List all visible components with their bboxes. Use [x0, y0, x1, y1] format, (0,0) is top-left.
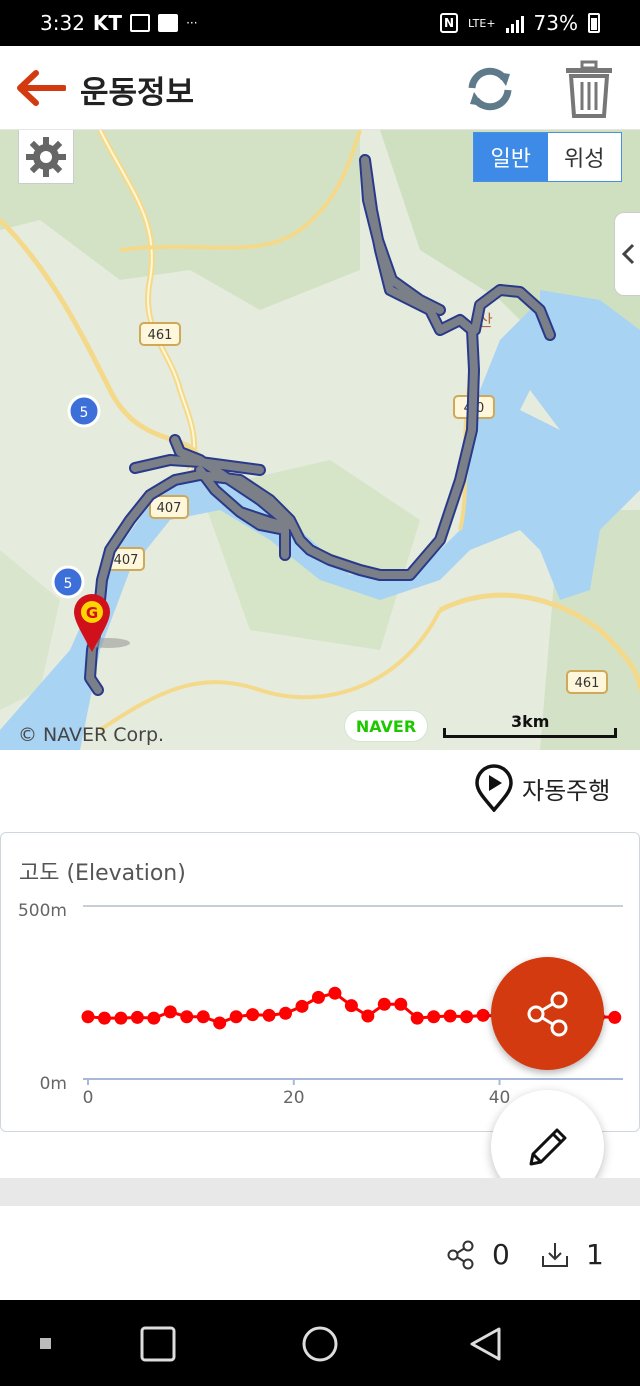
map-scale-bar: 3km	[443, 712, 617, 738]
elevation-point	[460, 1010, 474, 1024]
signal-icon	[505, 13, 524, 33]
battery-percent: 73%	[533, 11, 578, 35]
elevation-point	[163, 1005, 177, 1019]
elevation-point	[476, 1008, 490, 1022]
y-tick-label-top: 500m	[18, 901, 67, 921]
share-small-icon	[447, 1240, 474, 1269]
elevation-point	[311, 990, 325, 1004]
download-count: 1	[586, 1238, 604, 1271]
refresh-icon[interactable]	[462, 64, 518, 114]
pencil-icon	[529, 1128, 566, 1165]
svg-text:407: 407	[157, 501, 182, 516]
elevation-point	[147, 1011, 161, 1025]
y-tick-label-bottom: 0m	[40, 1074, 67, 1094]
trash-icon[interactable]	[564, 60, 614, 118]
share-icon	[527, 991, 567, 1036]
play-pin-icon	[475, 764, 513, 812]
system-nav-bar	[0, 1300, 640, 1386]
elevation-point	[213, 1016, 227, 1030]
expressway-shield-5-a: 5	[67, 394, 101, 428]
app-bar: 운동정보	[0, 46, 640, 130]
svg-text:461: 461	[148, 328, 173, 343]
map-type-normal[interactable]: 일반	[474, 133, 548, 181]
road-shield-461-c: 461	[566, 670, 608, 694]
x-tick-label: 0	[83, 1088, 94, 1108]
elevation-point	[180, 1010, 194, 1024]
gear-icon	[26, 136, 66, 177]
elevation-point	[196, 1010, 210, 1024]
elevation-point	[344, 999, 358, 1013]
x-tick-label: 20	[283, 1088, 305, 1108]
elevation-point	[443, 1009, 457, 1023]
elevation-point	[328, 986, 342, 1000]
overview-square-icon[interactable]	[138, 1324, 178, 1364]
message-notification-icon	[130, 14, 151, 32]
download-counter[interactable]: 1	[540, 1238, 604, 1271]
back-triangle-icon[interactable]	[466, 1324, 506, 1364]
share-counter[interactable]: 0	[446, 1238, 510, 1271]
elevation-point	[279, 1006, 293, 1020]
chevron-left-icon	[621, 243, 635, 265]
share-count: 0	[492, 1238, 510, 1271]
svg-text:5: 5	[80, 405, 89, 421]
expressway-shield-5-b: 5	[51, 565, 85, 599]
share-fab-button[interactable]	[491, 957, 604, 1070]
autoplay-label: 자동주행	[522, 776, 611, 805]
svg-text:5: 5	[64, 576, 73, 592]
home-circle-icon[interactable]	[300, 1324, 340, 1364]
back-arrow-icon[interactable]	[14, 68, 67, 108]
status-bar: 3:32 KT ··· N LTE+ 73%	[0, 0, 640, 46]
side-panel-tab[interactable]	[614, 212, 640, 296]
section-divider	[0, 1178, 640, 1206]
svg-text:407: 407	[114, 553, 139, 568]
svg-text:G: G	[86, 604, 98, 622]
elevation-point	[410, 1011, 424, 1025]
elevation-point	[608, 1010, 622, 1024]
map-settings-button[interactable]	[18, 130, 74, 184]
autoplay-button[interactable]: 자동주행	[474, 764, 610, 812]
status-time: 3:32	[40, 11, 85, 35]
app-notification-icon	[158, 14, 179, 32]
elevation-point	[114, 1011, 128, 1025]
download-icon	[542, 1242, 568, 1267]
elevation-point	[377, 997, 391, 1011]
svg-text:461: 461	[575, 676, 600, 691]
elevation-point	[295, 999, 309, 1013]
recents-dot-icon[interactable]	[26, 1324, 66, 1364]
elevation-point	[394, 997, 408, 1011]
elevation-point	[361, 1009, 375, 1023]
elevation-point	[229, 1010, 243, 1024]
battery-icon	[588, 13, 600, 33]
road-shield-461-a: 461	[139, 322, 181, 346]
footer-stats: 0 1	[0, 1206, 640, 1300]
elevation-point	[81, 1010, 95, 1024]
nfc-icon: N	[440, 13, 459, 33]
lte-indicator: LTE+	[468, 16, 496, 30]
map-copyright: © NAVER Corp.	[18, 724, 165, 746]
elevation-point	[130, 1010, 144, 1024]
map-type-toggle: 일반 위성	[473, 132, 622, 182]
status-overflow: ···	[186, 16, 198, 30]
elevation-point	[262, 1008, 276, 1022]
route-map[interactable]: 461 407 407 4 0 461 5 5 산 G 일반 위성 © NAVE…	[0, 130, 640, 750]
elevation-point	[97, 1011, 111, 1025]
road-shield-407-a: 407	[149, 495, 189, 519]
elevation-point	[427, 1010, 441, 1024]
elevation-point	[246, 1008, 260, 1022]
status-carrier: KT	[92, 11, 123, 35]
map-canvas: 461 407 407 4 0 461 5 5 산 G	[0, 130, 640, 750]
naver-logo: NAVER	[344, 710, 428, 742]
map-type-satellite[interactable]: 위성	[548, 133, 622, 181]
page-title: 운동정보	[80, 75, 195, 111]
